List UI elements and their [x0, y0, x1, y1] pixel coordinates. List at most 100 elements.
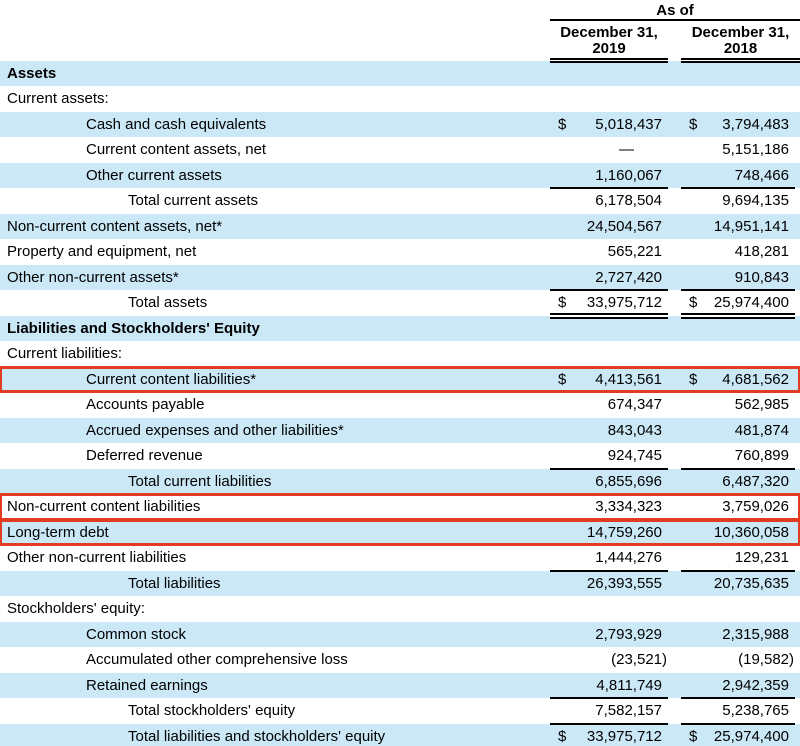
amount-2019: 2,727,420: [570, 265, 668, 291]
table-row-highlighted: Long-term debt 14,759,260 10,360,058: [0, 518, 800, 546]
amount-2018: [703, 341, 795, 367]
amount-2019: 7,582,157: [570, 698, 668, 724]
amount-2018: 2,315,988: [722, 625, 789, 643]
amount-2018: 6,487,320: [722, 472, 789, 490]
column-gap: [668, 137, 681, 163]
table-row: Stockholders' equity:: [0, 596, 800, 622]
amount-2018: 418,281: [734, 243, 789, 261]
table-row: Property and equipment, net 565,221 418,28…: [0, 239, 800, 265]
amount-2018: 4,681,562: [722, 370, 789, 388]
row-tail: [795, 443, 800, 469]
amount-2019: 33,975,712: [570, 290, 668, 318]
currency-symbol: [681, 622, 703, 648]
amount-2018: 25,974,400: [703, 290, 795, 318]
row-label: Deferred revenue: [86, 447, 203, 465]
row-tail: [795, 673, 800, 699]
column-gap: [668, 673, 681, 699]
row-tail: [795, 112, 800, 138]
column-gap: [668, 545, 681, 571]
row-tail: [795, 545, 800, 571]
table-row: Assets: [0, 60, 800, 87]
row-label: Current content assets, net: [86, 141, 267, 159]
row-tail: [795, 137, 800, 163]
column-gap: [668, 469, 681, 495]
currency-symbol: [681, 188, 703, 214]
row-label: Current assets:: [7, 90, 109, 108]
amount-2019: 565,221: [607, 243, 662, 261]
column-gap: [668, 443, 681, 469]
amount-2018: 25,974,400: [703, 724, 795, 746]
amount-2019: 843,043: [607, 421, 662, 439]
period-2019-header: December 31, 2019: [550, 20, 668, 63]
as-of-row: As of: [0, 0, 800, 21]
row-tail: [795, 647, 800, 673]
currency-symbol: [550, 341, 570, 367]
column-gap: [668, 214, 681, 240]
currency-symbol: [550, 545, 570, 571]
row-tail: [795, 494, 800, 520]
row-tail: [795, 724, 800, 746]
currency-symbol: [550, 418, 570, 444]
table-row: Other non-current assets* 2,727,420 910,84…: [0, 264, 800, 291]
row-tail: [795, 520, 800, 546]
amount-2019: 1,444,276: [570, 545, 668, 571]
currency-symbol: $: [681, 724, 703, 746]
column-gap: [668, 20, 681, 61]
row-label: Current content liabilities*: [86, 370, 257, 388]
row-label: Common stock: [86, 625, 187, 643]
balance-sheet-table: As of December 31, 2019 December 31, 201…: [0, 0, 800, 746]
column-gap: [668, 724, 681, 746]
row-label: Total current assets: [128, 192, 259, 210]
currency-symbol: [681, 316, 703, 342]
table-row: Retained earnings 4,811,749 2,942,359: [0, 672, 800, 699]
row-label: Long-term debt: [7, 523, 109, 541]
currency-symbol: [550, 86, 570, 112]
column-gap: [668, 316, 681, 342]
currency-symbol: [681, 443, 703, 469]
row-label: Accounts payable: [86, 396, 205, 414]
column-gap: [668, 392, 681, 418]
currency-symbol: [550, 622, 570, 648]
currency-symbol: $: [681, 290, 703, 318]
column-gap: [668, 239, 681, 265]
row-tail: [795, 596, 800, 622]
currency-symbol: [550, 163, 570, 189]
currency-symbol: [550, 673, 570, 699]
column-gap: [668, 418, 681, 444]
column-gap: [668, 188, 681, 214]
row-label: Non-current content assets, net*: [7, 217, 223, 235]
column-gap: [668, 622, 681, 648]
currency-symbol: [681, 163, 703, 189]
currency-symbol: $: [558, 115, 567, 133]
row-label: Assets: [7, 64, 57, 82]
amount-2018: [703, 316, 795, 342]
row-label: Accumulated other comprehensive loss: [86, 651, 348, 669]
as-of-label: As of: [550, 0, 800, 21]
amount-2019: 4,413,561: [595, 370, 662, 388]
amount-2019: —: [619, 141, 634, 159]
row-label: Total liabilities: [128, 574, 221, 592]
amount-2018: 562,985: [734, 396, 789, 414]
row-label: Current liabilities:: [7, 345, 123, 363]
table-header: As of December 31, 2019 December 31, 201…: [0, 0, 800, 63]
currency-symbol: [681, 392, 703, 418]
amount-2019: 14,759,260: [586, 523, 662, 541]
header-spacer: [0, 20, 550, 61]
currency-symbol: [681, 86, 703, 112]
column-gap: [668, 265, 681, 291]
column-gap: [668, 596, 681, 622]
row-label: Accrued expenses and other liabilities*: [86, 421, 344, 439]
amount-2018: 910,843: [703, 265, 795, 291]
currency-symbol: [550, 137, 570, 163]
row-tail: [795, 86, 800, 112]
table-row: Total stockholders' equity 7,582,157 5,238…: [0, 698, 800, 724]
table-row: Total current assets 6,178,504 9,694,135: [0, 188, 800, 214]
amount-2018: (19,582): [738, 651, 794, 669]
row-tail: [795, 163, 800, 189]
balance-sheet: As of December 31, 2019 December 31, 201…: [0, 0, 800, 746]
currency-symbol: [681, 61, 703, 87]
currency-symbol: $: [558, 370, 567, 388]
row-label: Stockholders' equity:: [7, 600, 145, 618]
currency-symbol: [681, 698, 703, 724]
currency-symbol: [550, 698, 570, 724]
